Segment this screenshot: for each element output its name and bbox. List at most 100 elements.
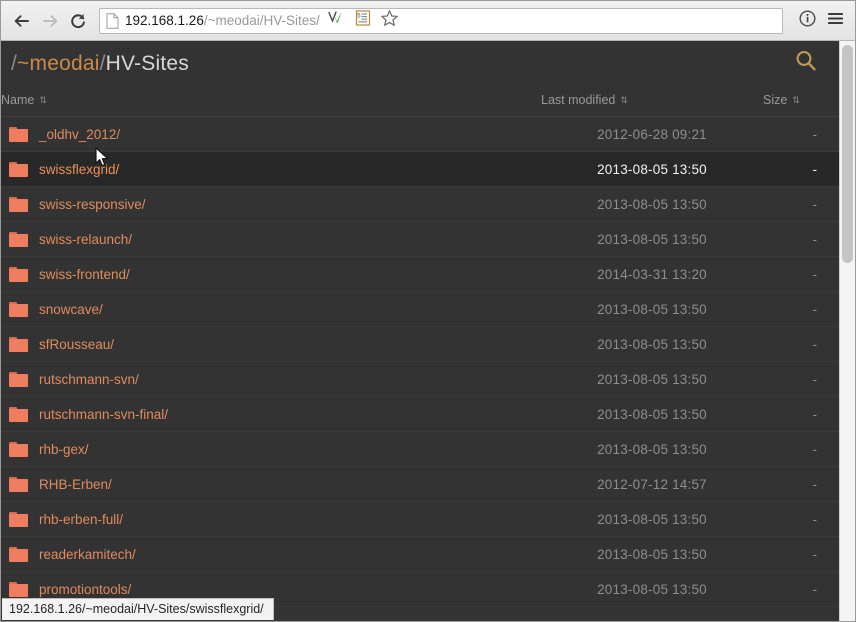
file-name-link[interactable]: swiss-relaunch/ (39, 232, 132, 247)
reader-list-icon: 5 (354, 9, 372, 32)
file-name-link[interactable]: rutschmann-svn/ (39, 372, 139, 387)
column-header-name[interactable]: Name ⇅ (1, 86, 541, 117)
folder-icon (9, 581, 28, 597)
file-name-link[interactable]: readerkamitech/ (39, 547, 136, 562)
arrow-left-icon (13, 13, 31, 29)
file-name-cell[interactable]: swiss-relaunch/ (1, 221, 541, 257)
column-header-size[interactable]: Size ⇅ (763, 86, 839, 117)
folder-icon (9, 161, 28, 177)
breadcrumb-directory[interactable]: HV-Sites (106, 52, 189, 75)
table-row[interactable]: swiss-frontend/2014-03-31 13:20- (1, 256, 839, 292)
file-name-link[interactable]: _oldhv_2012/ (39, 127, 120, 142)
file-name-link[interactable]: RHB-Erben/ (39, 477, 112, 492)
folder-icon (9, 336, 28, 352)
folder-icon (9, 441, 28, 457)
page-viewport: /~meodai/HV-Sites Name ⇅ Last modified ⇅… (1, 41, 855, 621)
file-name-link[interactable]: swiss-frontend/ (39, 267, 130, 282)
address-bar[interactable]: 192.168.1.26/~meodai/HV-Sites/ 5 (99, 7, 783, 34)
folder-icon (9, 196, 28, 212)
scrollbar-thumb[interactable] (842, 45, 853, 263)
page-icon (106, 12, 119, 29)
table-row[interactable]: rhb-erben-full/2013-08-05 13:50- (1, 501, 839, 537)
file-name-cell[interactable]: readerkamitech/ (1, 536, 541, 572)
file-name-cell[interactable]: _oldhv_2012/ (1, 116, 541, 152)
checkmark-extension-button[interactable] (324, 9, 348, 33)
address-bar-actions: 5 (324, 9, 402, 33)
checkmark-extension-icon (326, 9, 346, 32)
file-name-cell[interactable]: sfRousseau/ (1, 326, 541, 362)
file-modified-cell: 2013-08-05 13:50 (541, 536, 763, 572)
file-size-cell: - (763, 361, 839, 397)
file-modified-cell: 2012-07-12 14:57 (541, 466, 763, 502)
folder-icon (9, 126, 28, 142)
toolbar-right-actions (791, 9, 847, 33)
status-bar-text: 192.168.1.26/~meodai/HV-Sites/swissflexg… (9, 602, 264, 616)
info-button[interactable] (795, 9, 819, 33)
file-size-cell: - (763, 291, 839, 327)
sort-icon-modified: ⇅ (620, 95, 628, 105)
table-row[interactable]: rutschmann-svn/2013-08-05 13:50- (1, 361, 839, 397)
column-header-size-label: Size (763, 93, 788, 107)
address-bar-text: 192.168.1.26/~meodai/HV-Sites/ (125, 8, 320, 34)
folder-icon (9, 406, 28, 422)
file-size-cell: - (763, 466, 839, 502)
menu-button[interactable] (823, 9, 847, 33)
file-size-cell: - (763, 151, 839, 187)
browser-window: 192.168.1.26/~meodai/HV-Sites/ 5 /~meoda… (0, 0, 856, 622)
sort-icon-name: ⇅ (39, 95, 47, 105)
status-bar: 192.168.1.26/~meodai/HV-Sites/swissflexg… (2, 598, 274, 620)
folder-icon (9, 546, 28, 562)
file-size-cell: - (763, 326, 839, 362)
table-row[interactable]: rutschmann-svn-final/2013-08-05 13:50- (1, 396, 839, 432)
file-size-cell: - (763, 396, 839, 432)
file-name-link[interactable]: swissflexgrid/ (39, 162, 119, 177)
table-row[interactable]: _oldhv_2012/2012-06-28 09:21- (1, 116, 839, 152)
file-modified-cell: 2013-08-05 13:50 (541, 326, 763, 362)
table-row[interactable]: sfRousseau/2013-08-05 13:50- (1, 326, 839, 362)
file-name-link[interactable]: snowcave/ (39, 302, 103, 317)
forward-button[interactable] (37, 8, 63, 34)
back-button[interactable] (9, 8, 35, 34)
folder-icon (9, 231, 28, 247)
table-row[interactable]: rhb-gex/2013-08-05 13:50- (1, 431, 839, 467)
file-name-link[interactable]: promotiontools/ (39, 582, 131, 597)
vertical-scrollbar[interactable] (839, 41, 855, 621)
file-name-link[interactable]: rhb-gex/ (39, 442, 89, 457)
folder-icon (9, 301, 28, 317)
file-size-cell: - (763, 116, 839, 152)
bookmark-button[interactable] (378, 9, 402, 33)
table-row[interactable]: snowcave/2013-08-05 13:50- (1, 291, 839, 327)
file-modified-cell: 2013-08-05 13:50 (541, 501, 763, 537)
file-name-cell[interactable]: snowcave/ (1, 291, 541, 327)
file-name-link[interactable]: rhb-erben-full/ (39, 512, 123, 527)
table-row[interactable]: swiss-responsive/2013-08-05 13:50- (1, 186, 839, 222)
file-name-cell[interactable]: swissflexgrid/ (1, 151, 541, 187)
column-header-modified[interactable]: Last modified ⇅ (541, 86, 763, 117)
file-size-cell: - (763, 536, 839, 572)
table-row[interactable]: swiss-relaunch/2013-08-05 13:50- (1, 221, 839, 257)
file-name-cell[interactable]: rutschmann-svn/ (1, 361, 541, 397)
file-name-cell[interactable]: swiss-frontend/ (1, 256, 541, 292)
search-button[interactable] (791, 49, 821, 79)
file-size-cell: - (763, 431, 839, 467)
file-name-link[interactable]: rutschmann-svn-final/ (39, 407, 168, 422)
file-name-cell[interactable]: RHB-Erben/ (1, 466, 541, 502)
table-row[interactable]: RHB-Erben/2012-07-12 14:57- (1, 466, 839, 502)
reader-list-button[interactable]: 5 (351, 9, 375, 33)
file-name-cell[interactable]: rhb-erben-full/ (1, 501, 541, 537)
table-row[interactable]: swissflexgrid/2013-08-05 13:50- (1, 151, 839, 187)
file-name-link[interactable]: swiss-responsive/ (39, 197, 146, 212)
file-name-cell[interactable]: rutschmann-svn-final/ (1, 396, 541, 432)
reload-icon (69, 12, 87, 30)
file-name-cell[interactable]: swiss-responsive/ (1, 186, 541, 222)
file-modified-cell: 2013-08-05 13:50 (541, 571, 763, 607)
reload-button[interactable] (65, 8, 91, 34)
file-size-cell: - (763, 186, 839, 222)
folder-icon (9, 266, 28, 282)
table-row[interactable]: readerkamitech/2013-08-05 13:50- (1, 536, 839, 572)
file-size-cell: - (763, 501, 839, 537)
breadcrumb-user[interactable]: ~meodai (17, 52, 100, 75)
file-name-cell[interactable]: rhb-gex/ (1, 431, 541, 467)
breadcrumb-bar: /~meodai/HV-Sites (1, 41, 839, 86)
file-name-link[interactable]: sfRousseau/ (39, 337, 114, 352)
